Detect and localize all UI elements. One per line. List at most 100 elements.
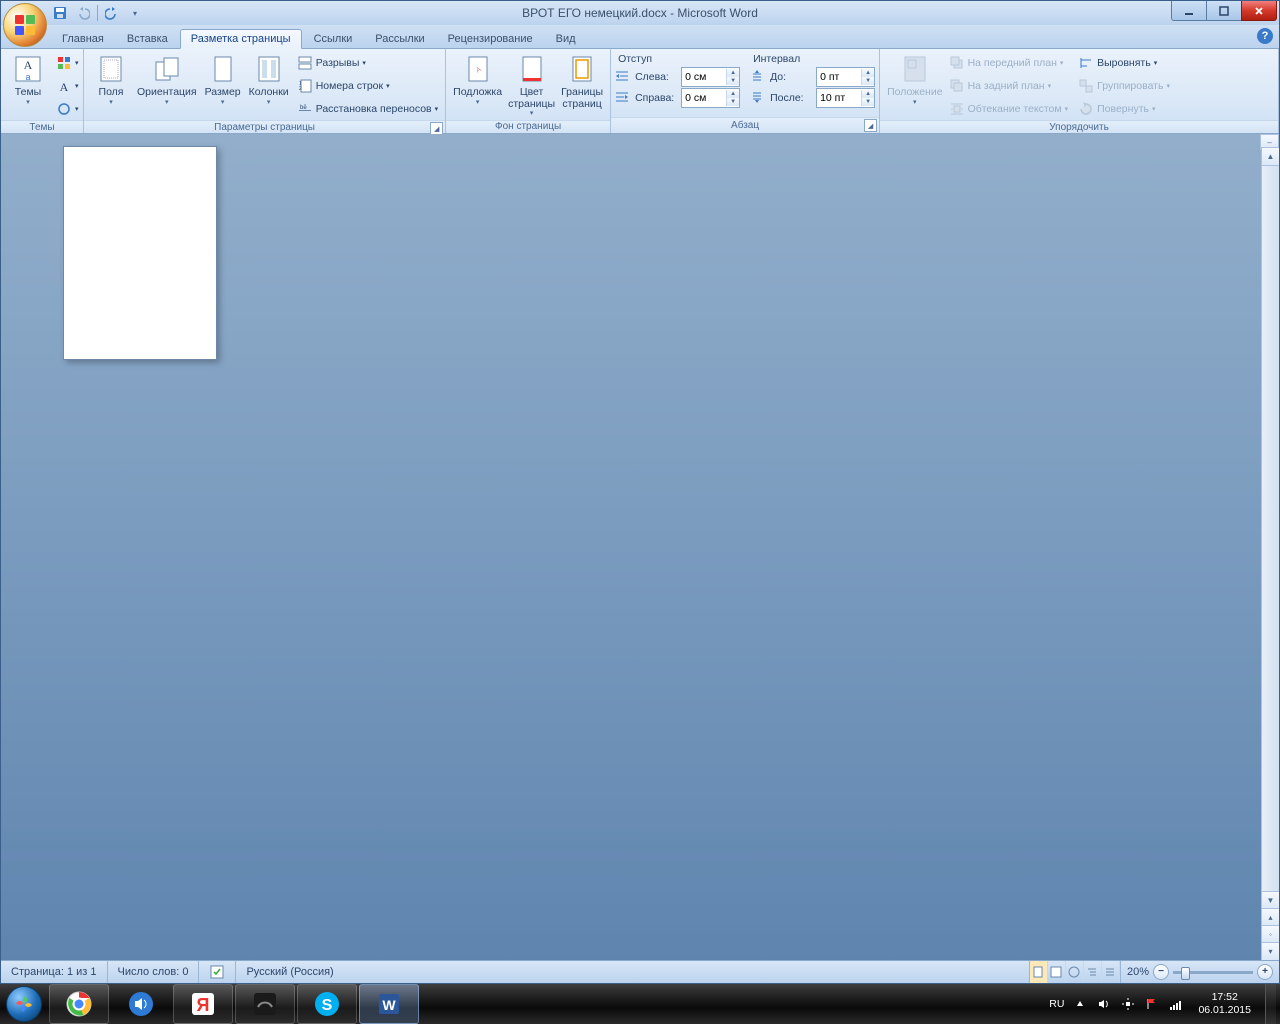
rotate-button[interactable]: Повернуть ▾	[1075, 97, 1173, 120]
space-before-spinner[interactable]: ▲▼	[816, 67, 875, 87]
vertical-scrollbar[interactable]: ▲ ▼ ▴ ◦ ▾	[1261, 148, 1279, 960]
indent-right-input[interactable]	[682, 92, 726, 104]
size-button[interactable]: Размер	[200, 51, 246, 108]
tray-flag-icon[interactable]	[1144, 996, 1160, 1012]
start-button[interactable]	[0, 984, 48, 1024]
borders-icon	[566, 53, 598, 85]
columns-button[interactable]: Колонки	[246, 51, 292, 108]
proofing-icon	[209, 964, 225, 980]
tab-page-layout[interactable]: Разметка страницы	[180, 29, 302, 49]
qat-customize-dropdown[interactable]: ▾	[126, 4, 144, 22]
minimize-button[interactable]	[1171, 1, 1207, 21]
maximize-button[interactable]	[1206, 1, 1242, 21]
themes-button[interactable]: Aa Темы	[5, 51, 51, 108]
breaks-button[interactable]: Разрывы ▾	[294, 51, 441, 74]
status-language[interactable]: Русский (Россия)	[236, 961, 343, 983]
indent-left-spinner[interactable]: ▲▼	[681, 67, 740, 87]
spin-up[interactable]: ▲	[862, 90, 874, 98]
indent-left-input[interactable]	[682, 71, 726, 83]
undo-button[interactable]	[74, 4, 92, 22]
zoom-level[interactable]: 20%	[1127, 966, 1149, 978]
tray-action-center-icon[interactable]	[1120, 996, 1136, 1012]
tray-date: 06.01.2015	[1198, 1004, 1251, 1017]
view-full-screen[interactable]	[1048, 961, 1066, 983]
tab-references[interactable]: Ссылки	[303, 29, 364, 48]
tray-network-icon[interactable]	[1168, 996, 1184, 1012]
tab-view[interactable]: Вид	[545, 29, 587, 48]
tray-clock[interactable]: 17:52 06.01.2015	[1192, 991, 1257, 1016]
hyphenation-button[interactable]: bēРасстановка переносов ▾	[294, 97, 441, 120]
document-page[interactable]	[63, 146, 217, 360]
indent-right-spinner[interactable]: ▲▼	[681, 88, 740, 108]
help-button[interactable]: ?	[1257, 28, 1273, 44]
status-page[interactable]: Страница: 1 из 1	[1, 961, 108, 983]
redo-button[interactable]	[103, 4, 121, 22]
space-before-input[interactable]	[817, 71, 861, 83]
view-draft[interactable]	[1102, 961, 1120, 983]
spin-up[interactable]: ▲	[862, 69, 874, 77]
watermark-button[interactable]: A Подложка	[450, 51, 505, 108]
bringfront-icon	[949, 55, 965, 71]
taskbar-yandex[interactable]: Я	[173, 984, 233, 1024]
next-page-button[interactable]: ▾	[1261, 942, 1279, 960]
line-numbers-button[interactable]: 12Номера строк ▾	[294, 74, 441, 97]
zoom-slider[interactable]	[1173, 971, 1253, 974]
send-back-button[interactable]: На задний план ▾	[946, 74, 1072, 97]
align-button[interactable]: Выровнять ▾	[1075, 51, 1173, 74]
tray-show-hidden[interactable]	[1072, 996, 1088, 1012]
hyphen-icon: bē	[297, 101, 313, 117]
tab-insert[interactable]: Вставка	[116, 29, 179, 48]
tab-review[interactable]: Рецензирование	[437, 29, 544, 48]
page-color-button[interactable]: Цвет страницы	[505, 51, 558, 120]
spin-down[interactable]: ▼	[727, 77, 739, 85]
spin-down[interactable]: ▼	[862, 77, 874, 85]
taskbar-chrome[interactable]	[49, 984, 109, 1024]
zoom-thumb[interactable]	[1181, 967, 1190, 980]
bring-front-button[interactable]: На передний план ▾	[946, 51, 1072, 74]
theme-fonts-button[interactable]: A▾	[53, 74, 82, 97]
zoom-in-button[interactable]: +	[1257, 964, 1273, 980]
margins-button[interactable]: Поля	[88, 51, 134, 108]
space-after-input[interactable]	[817, 92, 861, 104]
tab-mailings[interactable]: Рассылки	[364, 29, 435, 48]
spin-down[interactable]: ▼	[862, 98, 874, 106]
document-area[interactable]: – ▲ ▼ ▴ ◦ ▾	[1, 134, 1279, 960]
rotate-icon	[1078, 101, 1094, 117]
fonts-icon: A	[56, 78, 72, 94]
ribbon: Aa Темы ▾ A▾ ▾ Темы Поля	[1, 49, 1279, 134]
taskbar-skype[interactable]: S	[297, 984, 357, 1024]
close-button[interactable]	[1241, 1, 1277, 21]
show-desktop-button[interactable]	[1265, 984, 1276, 1024]
tray-volume-icon[interactable]	[1096, 996, 1112, 1012]
view-outline[interactable]	[1084, 961, 1102, 983]
view-web-layout[interactable]	[1066, 961, 1084, 983]
separator	[97, 5, 98, 21]
paragraph-launcher[interactable]: ◢	[864, 119, 877, 132]
taskbar-volume[interactable]	[111, 984, 171, 1024]
zoom-out-button[interactable]: −	[1153, 964, 1169, 980]
svg-text:Я: Я	[197, 995, 210, 1015]
text-wrap-button[interactable]: Обтекание текстом ▾	[946, 97, 1072, 120]
taskbar-word[interactable]: W	[359, 984, 419, 1024]
taskbar-app-dark[interactable]	[235, 984, 295, 1024]
spin-up[interactable]: ▲	[727, 90, 739, 98]
status-word-count[interactable]: Число слов: 0	[108, 961, 200, 983]
orientation-button[interactable]: Ориентация	[134, 51, 200, 108]
theme-effects-button[interactable]: ▾	[53, 97, 82, 120]
scroll-track[interactable]	[1262, 165, 1279, 892]
view-print-layout[interactable]	[1030, 961, 1048, 983]
group-button[interactable]: Группировать ▾	[1075, 74, 1173, 97]
page-borders-button[interactable]: Границы страниц	[558, 51, 606, 112]
status-proofing[interactable]	[199, 961, 236, 983]
office-button[interactable]	[3, 3, 47, 47]
spin-down[interactable]: ▼	[727, 98, 739, 106]
space-after-spinner[interactable]: ▲▼	[816, 88, 875, 108]
tray-language[interactable]: RU	[1049, 998, 1064, 1010]
save-button[interactable]	[51, 4, 69, 22]
spin-up[interactable]: ▲	[727, 69, 739, 77]
position-button[interactable]: Положение	[884, 51, 946, 108]
group-label-themes: Темы	[29, 122, 54, 133]
scroll-up-button[interactable]: ▲	[1261, 147, 1279, 166]
tab-home[interactable]: Главная	[51, 29, 115, 48]
theme-colors-button[interactable]: ▾	[53, 51, 82, 74]
